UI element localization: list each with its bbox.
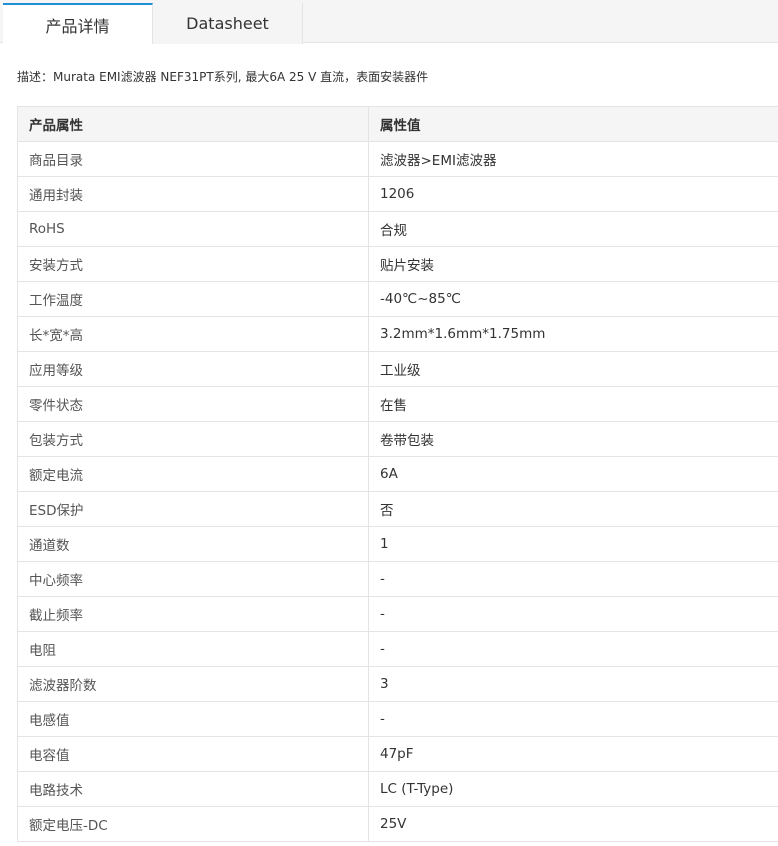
attribute-value: 47pF bbox=[368, 736, 778, 772]
header-value: 属性值 bbox=[368, 106, 778, 142]
table-row: ESD保护否 bbox=[17, 491, 778, 527]
attribute-name: 电感值 bbox=[17, 701, 369, 737]
attribute-value: 3.2mm*1.6mm*1.75mm bbox=[368, 316, 778, 352]
attribute-value: 在售 bbox=[368, 386, 778, 422]
attribute-value: LC (T-Type) bbox=[368, 771, 778, 807]
attribute-name: 中心频率 bbox=[17, 561, 369, 597]
attribute-value: - bbox=[368, 701, 778, 737]
attribute-name: 电容值 bbox=[17, 736, 369, 772]
tab-datasheet[interactable]: Datasheet bbox=[153, 3, 303, 44]
table-row: 电路技术 LC (T-Type) bbox=[17, 771, 778, 807]
attribute-value: 滤波器>EMI滤波器 bbox=[368, 141, 778, 177]
attribute-name: 电路技术 bbox=[17, 771, 369, 807]
attribute-value: 否 bbox=[368, 491, 778, 527]
product-attributes-table: 产品属性 属性值 商品目录 滤波器>EMI滤波器 通用封装 1206 RoHS 合规 安装方… bbox=[17, 106, 778, 842]
table-row: 长*宽*高 3.2mm*1.6mm*1.75mm bbox=[17, 316, 778, 352]
header-attribute: 产品属性 bbox=[17, 106, 369, 142]
attribute-name: 工作温度 bbox=[17, 281, 369, 317]
table-row: 额定电压-DC 25V bbox=[17, 806, 778, 842]
table-row: RoHS 合规 bbox=[17, 211, 778, 247]
attribute-name: RoHS bbox=[17, 211, 369, 247]
attribute-value: 贴片安装 bbox=[368, 246, 778, 282]
table-body: 商品目录 滤波器>EMI滤波器 通用封装 1206 RoHS 合规 安装方式 贴片安装 工作温度… bbox=[17, 141, 778, 842]
table-header-row: 产品属性 属性值 bbox=[17, 106, 778, 142]
attribute-value: 合规 bbox=[368, 211, 778, 247]
attribute-name: ESD保护 bbox=[17, 491, 369, 527]
attribute-value: - bbox=[368, 561, 778, 597]
table-row: 应用等级 工业级 bbox=[17, 351, 778, 387]
attribute-value: - bbox=[368, 596, 778, 632]
table-row: 零件状态 在售 bbox=[17, 386, 778, 422]
attribute-value: 卷带包装 bbox=[368, 421, 778, 457]
table-row: 电感值 - bbox=[17, 701, 778, 737]
product-description: 描述：Murata EMI滤波器 NEF31PT系列, 最大6A 25 V 直流… bbox=[17, 70, 429, 84]
table-row: 工作温度 -40℃~85℃ bbox=[17, 281, 778, 317]
table-row: 电容值 47pF bbox=[17, 736, 778, 772]
attribute-name: 额定电流 bbox=[17, 456, 369, 492]
attribute-name: 安装方式 bbox=[17, 246, 369, 282]
tab-bar: 产品详情 Datasheet bbox=[0, 0, 778, 44]
table-row: 截止频率 - bbox=[17, 596, 778, 632]
attribute-name: 零件状态 bbox=[17, 386, 369, 422]
attribute-name: 通道数 bbox=[17, 526, 369, 562]
table-row: 滤波器阶数 3 bbox=[17, 666, 778, 702]
table-row: 通用封装 1206 bbox=[17, 176, 778, 212]
attribute-value: 25V bbox=[368, 806, 778, 842]
table-row: 通道数 1 bbox=[17, 526, 778, 562]
table-row: 额定电流 6A bbox=[17, 456, 778, 492]
attribute-name: 通用封装 bbox=[17, 176, 369, 212]
attribute-name: 截止频率 bbox=[17, 596, 369, 632]
attribute-name: 长*宽*高 bbox=[17, 316, 369, 352]
attribute-name: 包装方式 bbox=[17, 421, 369, 457]
attribute-value: 工业级 bbox=[368, 351, 778, 387]
attribute-name: 额定电压-DC bbox=[17, 806, 369, 842]
table-row: 中心频率 - bbox=[17, 561, 778, 597]
table-row: 包装方式 卷带包装 bbox=[17, 421, 778, 457]
attribute-value: 6A bbox=[368, 456, 778, 492]
attribute-value: 3 bbox=[368, 666, 778, 702]
attribute-value: - bbox=[368, 631, 778, 667]
table-row: 安装方式 贴片安装 bbox=[17, 246, 778, 282]
attribute-value: 1206 bbox=[368, 176, 778, 212]
attribute-value: -40℃~85℃ bbox=[368, 281, 778, 317]
attribute-name: 电阻 bbox=[17, 631, 369, 667]
attribute-name: 滤波器阶数 bbox=[17, 666, 369, 702]
table-row: 商品目录 滤波器>EMI滤波器 bbox=[17, 141, 778, 177]
tab-product-details[interactable]: 产品详情 bbox=[3, 3, 153, 44]
attribute-name: 商品目录 bbox=[17, 141, 369, 177]
table-row: 电阻 - bbox=[17, 631, 778, 667]
attribute-value: 1 bbox=[368, 526, 778, 562]
attribute-name: 应用等级 bbox=[17, 351, 369, 387]
